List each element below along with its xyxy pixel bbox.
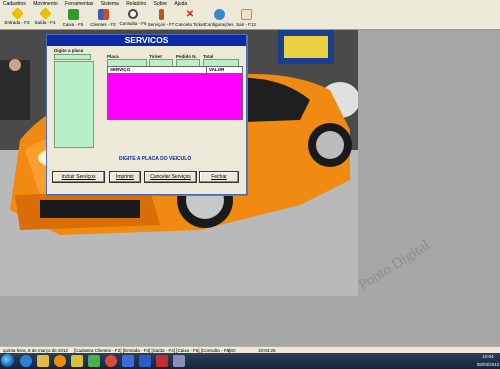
media-icon[interactable] (54, 355, 66, 367)
saida-icon (38, 7, 52, 20)
entrada-button[interactable]: Entrada - F3 (2, 7, 32, 28)
tray-date: 08/03/2012 (476, 362, 500, 367)
taskbar: 10:04 08/03/2012 (0, 353, 500, 369)
fechar-label: Fechar (211, 174, 227, 180)
menu-movimento[interactable]: Movimento (30, 0, 60, 7)
start-button[interactable] (1, 354, 14, 367)
consulta-button[interactable]: Consulta - F6 (119, 8, 147, 28)
cancel-x-icon: ✕ (185, 9, 195, 20)
menu-cadastros[interactable]: Cadastros (0, 0, 29, 7)
incluir-servicos-button[interactable]: Incluir Serviços (52, 171, 105, 183)
wrench-icon (158, 9, 164, 20)
col-servico-header: SERVIÇO (110, 67, 131, 72)
plate-search-input[interactable] (54, 54, 91, 60)
plate-list[interactable] (54, 61, 94, 148)
ie-icon[interactable] (20, 355, 32, 367)
money-icon (67, 9, 79, 20)
menu-relatorio[interactable]: Relatório (123, 0, 149, 7)
entrada-icon (10, 7, 24, 20)
sair-button[interactable]: Sair - F12 (234, 8, 258, 28)
cancelar-servicos-label: Cancelar Serviços (150, 174, 191, 180)
plate-list-label: Digito a placa (54, 48, 84, 53)
fechar-button[interactable]: Fechar (199, 171, 239, 183)
caixa-button[interactable]: Caixa - F5 (60, 8, 86, 28)
dialog-titlebar: SERVICOS (47, 35, 246, 46)
app-blue-icon[interactable] (122, 355, 134, 367)
menu-sistema[interactable]: Sistema (98, 0, 122, 7)
menu-sobre[interactable]: Sobre (151, 0, 170, 7)
app-green-icon[interactable] (88, 355, 100, 367)
saida-label: Saída - F4 (34, 20, 56, 25)
chrome-icon[interactable] (105, 355, 117, 367)
servicos-label: Serviços - F7 (147, 22, 175, 27)
menu-ajuda[interactable]: Ajuda (171, 0, 190, 7)
services-grid[interactable] (107, 73, 243, 120)
servicos-button[interactable]: Serviços - F7 (147, 8, 175, 28)
caixa-label: Caixa - F5 (62, 22, 84, 27)
clientes-button[interactable]: Clientes - F2 (88, 8, 118, 28)
saida-button[interactable]: Saída - F4 (31, 7, 59, 28)
magnifier-icon (128, 9, 138, 19)
configuracoes-button[interactable]: Configurações (204, 8, 234, 28)
app-yellow-icon[interactable] (71, 355, 83, 367)
clientes-label: Clientes - F2 (90, 22, 116, 27)
cancelar-servicos-button[interactable]: Cancelar Serviços (144, 171, 197, 183)
sair-label: Sair - F12 (236, 22, 256, 27)
app-icon[interactable] (173, 355, 185, 367)
cancela-ticket-label: Cancela Ticket (175, 22, 205, 27)
menu-ferramentas[interactable]: Ferramentas (62, 0, 96, 7)
dialog-title: SERVICOS (124, 35, 169, 45)
folder-icon[interactable] (37, 355, 49, 367)
imprimir-button[interactable]: Imprimir (109, 171, 141, 183)
entrada-label: Entrada - F3 (4, 20, 30, 25)
incluir-servicos-label: Incluir Serviços (61, 174, 96, 180)
watermark-text: Ponto Digital (356, 237, 433, 294)
exit-icon (240, 9, 252, 20)
hint-text: DIGITE A PLACA DO VEICULO (119, 156, 192, 162)
word-icon[interactable] (139, 355, 151, 367)
clients-icon (97, 9, 109, 20)
tray-time: 10:04 (482, 354, 494, 359)
configuracoes-label: Configurações (204, 22, 234, 27)
imprimir-label: Imprimir (115, 174, 135, 180)
system-tray-clock[interactable]: 10:04 08/03/2012 (476, 353, 500, 369)
cancela-ticket-button[interactable]: ✕ Cancela Ticket (175, 8, 205, 28)
consulta-label: Consulta - F6 (119, 21, 147, 26)
toolbar: Entrada - F3 Saída - F4 Caixa - F5 Clien… (0, 7, 500, 30)
app-red-icon[interactable] (156, 355, 168, 367)
gear-icon (213, 9, 225, 20)
